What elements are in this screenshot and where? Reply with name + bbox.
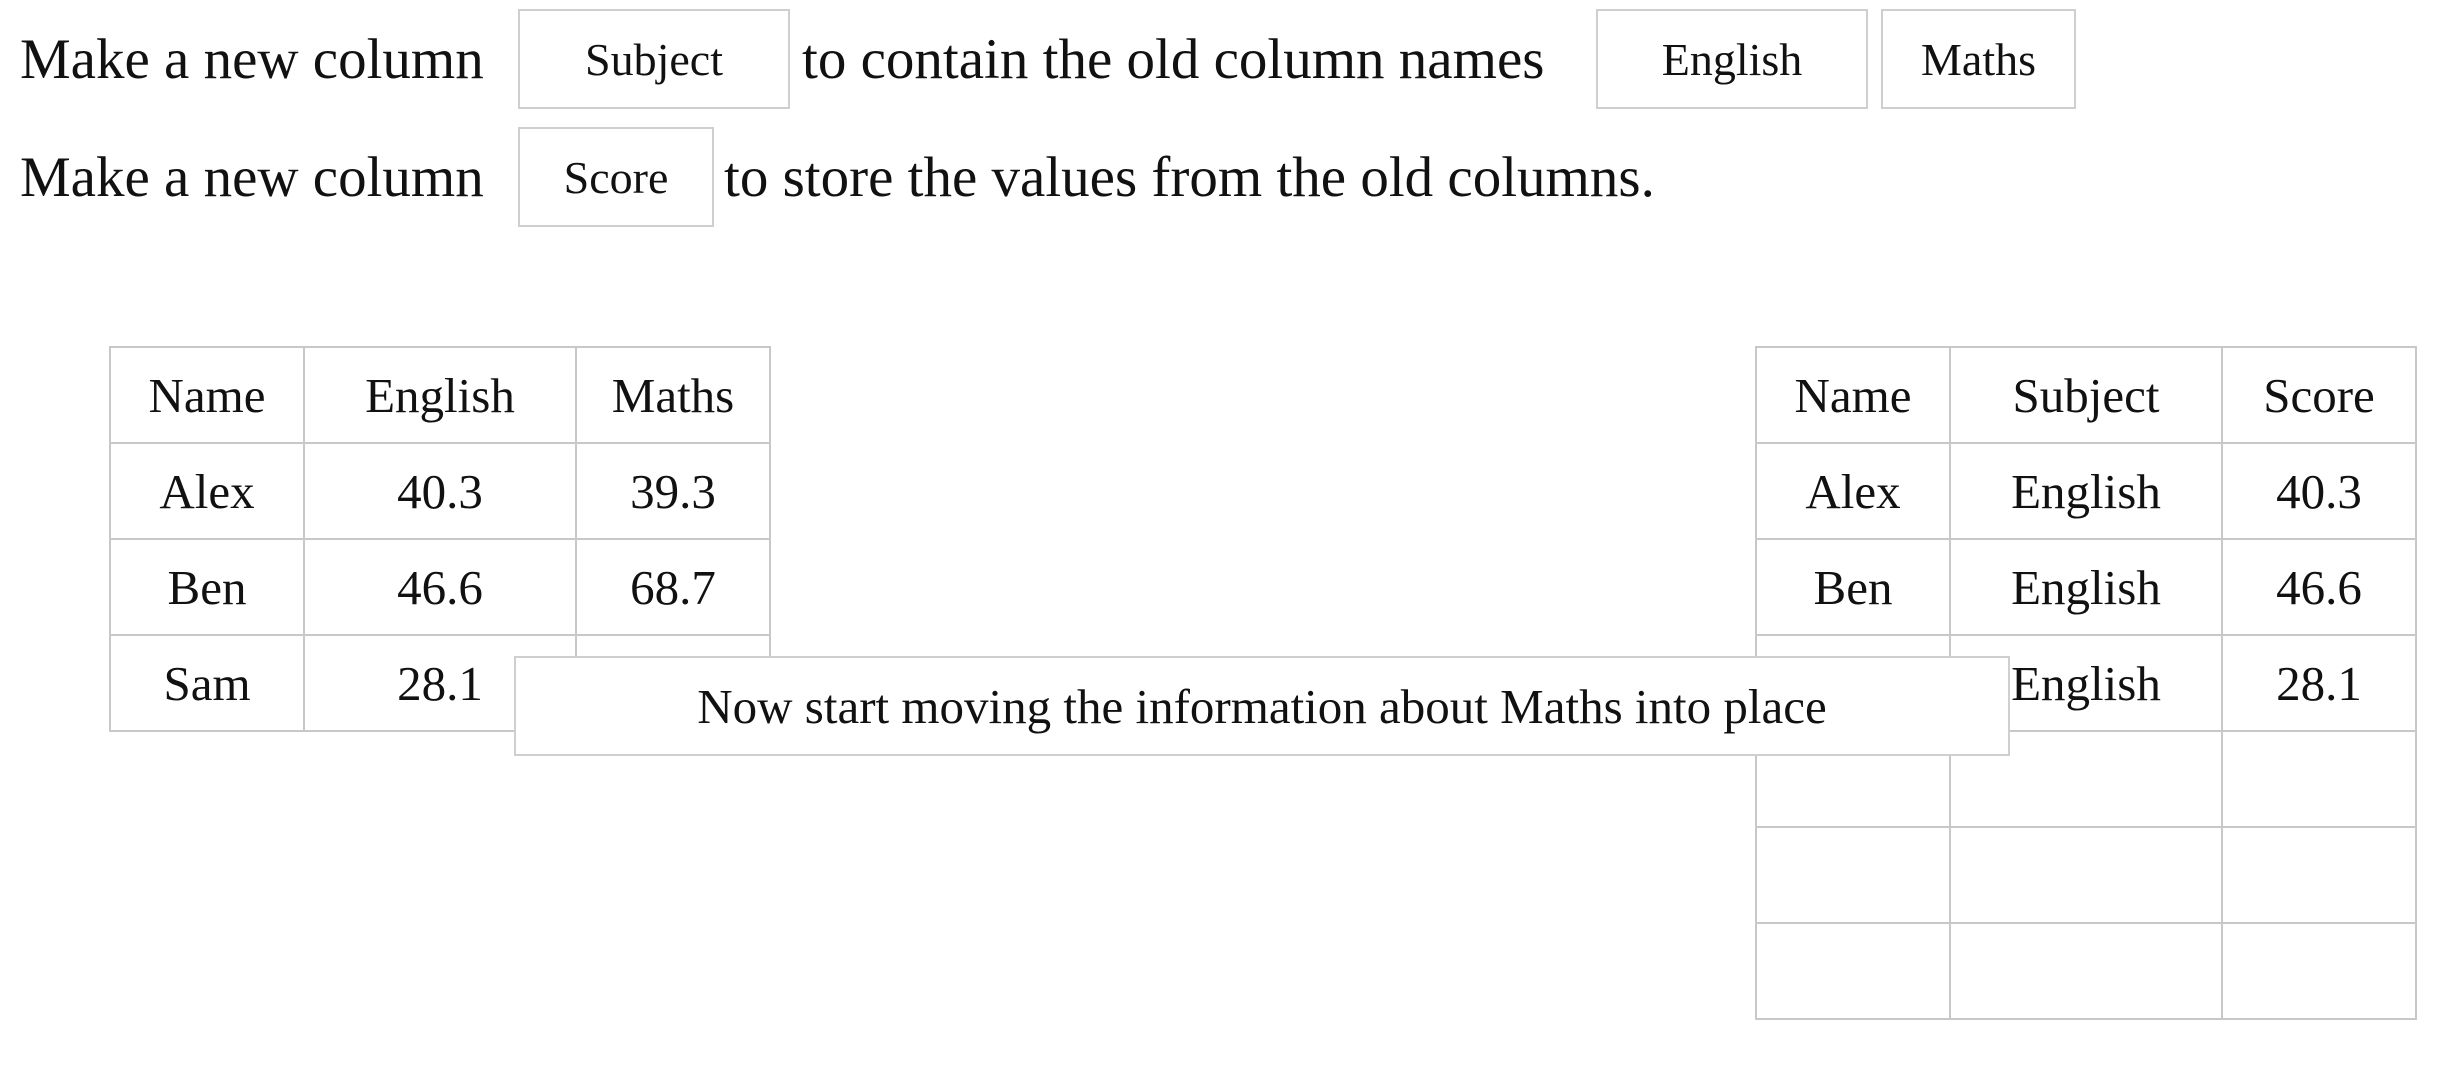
english-column-chip[interactable]: English <box>1596 9 1868 109</box>
table-cell[interactable]: 40.3 <box>303 442 577 540</box>
empty-drop-cell[interactable] <box>1755 826 1951 924</box>
table-header-row: Name English Maths <box>109 346 771 444</box>
table-row: Alex English 40.3 <box>1755 442 2417 540</box>
table-cell[interactable]: Alex <box>1755 442 1951 540</box>
table-row: Ben English 46.6 <box>1755 538 2417 636</box>
header-cell: Score <box>2221 346 2417 444</box>
table-header-row: Name Subject Score <box>1755 346 2417 444</box>
table-row <box>1755 826 2417 924</box>
table-cell[interactable]: Sam <box>109 634 305 732</box>
table-cell[interactable]: English <box>1949 538 2223 636</box>
header-cell: Maths <box>575 346 771 444</box>
table-cell[interactable]: 39.3 <box>575 442 771 540</box>
header-cell: Subject <box>1949 346 2223 444</box>
header-cell: Name <box>109 346 305 444</box>
header-cell: Name <box>1755 346 1951 444</box>
subject-column-chip[interactable]: Subject <box>518 9 790 109</box>
empty-drop-cell[interactable] <box>2221 730 2417 828</box>
table-row <box>1755 922 2417 1020</box>
instruction-line-1: Make a new column Subject to contain the… <box>20 9 2076 109</box>
table-cell[interactable]: 40.3 <box>2221 442 2417 540</box>
instruction-message-text: Now start moving the information about M… <box>697 678 1827 734</box>
empty-drop-cell[interactable] <box>2221 826 2417 924</box>
table-row: Ben 46.6 68.7 <box>109 538 771 636</box>
instruction-line-2: Make a new column Score to store the val… <box>20 127 1655 227</box>
table-cell[interactable]: 28.1 <box>2221 634 2417 732</box>
empty-drop-cell[interactable] <box>2221 922 2417 1020</box>
table-cell[interactable]: English <box>1949 442 2223 540</box>
table-cell[interactable]: 46.6 <box>2221 538 2417 636</box>
table-cell[interactable]: 46.6 <box>303 538 577 636</box>
instruction-1-middle: to contain the old column names <box>802 27 1545 91</box>
score-column-chip[interactable]: Score <box>518 127 714 227</box>
table-row: Alex 40.3 39.3 <box>109 442 771 540</box>
table-cell[interactable]: 68.7 <box>575 538 771 636</box>
maths-column-chip[interactable]: Maths <box>1881 9 2076 109</box>
table-cell[interactable]: Ben <box>1755 538 1951 636</box>
instruction-1-prefix: Make a new column <box>20 27 484 91</box>
table-cell[interactable]: Alex <box>109 442 305 540</box>
empty-drop-cell[interactable] <box>1949 826 2223 924</box>
empty-drop-cell[interactable] <box>1949 922 2223 1020</box>
instruction-message-box: Now start moving the information about M… <box>514 656 2010 756</box>
empty-drop-cell[interactable] <box>1755 922 1951 1020</box>
header-cell: English <box>303 346 577 444</box>
instruction-2-suffix: to store the values from the old columns… <box>724 145 1655 209</box>
table-cell[interactable]: Ben <box>109 538 305 636</box>
instruction-2-prefix: Make a new column <box>20 145 484 209</box>
